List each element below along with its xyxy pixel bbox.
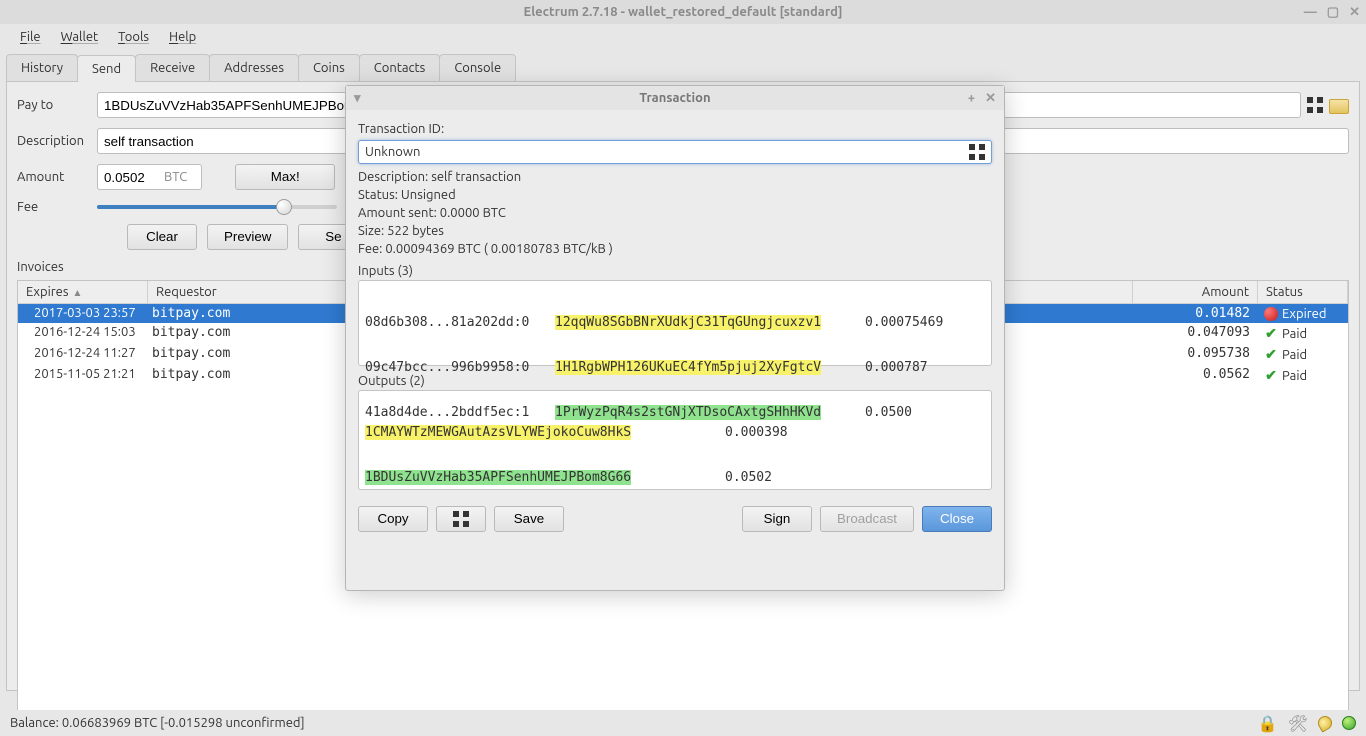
- tab-contacts[interactable]: Contacts: [359, 54, 441, 81]
- status-paid-icon: ✔: [1264, 346, 1278, 363]
- dialog-expand-icon[interactable]: +: [968, 91, 975, 106]
- close-icon[interactable]: ✕: [1349, 5, 1360, 20]
- preview-button[interactable]: Preview: [207, 224, 288, 250]
- txid-field[interactable]: Unknown: [358, 140, 992, 164]
- tab-send[interactable]: Send: [77, 55, 136, 82]
- tx-size: Size: 522 bytes: [358, 224, 992, 238]
- fee-label: Fee: [17, 200, 97, 214]
- amount-label: Amount: [17, 170, 97, 184]
- max-button[interactable]: Max!: [235, 164, 335, 190]
- dialog-close-icon[interactable]: ✕: [985, 91, 996, 106]
- status-paid-icon: ✔: [1264, 367, 1278, 384]
- tab-receive[interactable]: Receive: [135, 54, 210, 81]
- broadcast-button: Broadcast: [820, 506, 914, 532]
- tab-console[interactable]: Console: [439, 54, 516, 81]
- outputs-label: Outputs (2): [358, 374, 992, 388]
- save-button[interactable]: Save: [494, 506, 564, 532]
- menubar: File Wallet Tools Help: [0, 24, 1366, 50]
- folder-icon[interactable]: [1329, 99, 1349, 114]
- window-title: Electrum 2.7.18 - wallet_restored_defaul…: [523, 5, 842, 19]
- menu-help[interactable]: Help: [159, 26, 206, 48]
- tab-addresses[interactable]: Addresses: [209, 54, 299, 81]
- qr-icon: [453, 511, 469, 527]
- col-expires[interactable]: Expires▲: [18, 281, 148, 303]
- tx-amount: Amount sent: 0.0000 BTC: [358, 206, 992, 220]
- copy-button[interactable]: Copy: [358, 506, 428, 532]
- maximize-icon[interactable]: ▢: [1327, 5, 1339, 20]
- col-status[interactable]: Status: [1258, 281, 1348, 303]
- qr-icon[interactable]: [969, 144, 985, 160]
- menu-wallet[interactable]: Wallet: [51, 26, 109, 48]
- fee-slider[interactable]: [97, 205, 337, 209]
- sign-button[interactable]: Sign: [742, 506, 812, 532]
- qr-button[interactable]: [436, 506, 486, 532]
- settings-icon[interactable]: 🛠: [1288, 714, 1308, 733]
- sort-asc-icon: ▲: [72, 287, 82, 298]
- tab-bar: History Send Receive Addresses Coins Con…: [0, 50, 1366, 81]
- txid-label: Transaction ID:: [358, 122, 992, 136]
- lock-icon[interactable]: 🔒: [1258, 714, 1278, 733]
- description-label: Description: [17, 134, 97, 148]
- network-status-icon[interactable]: [1342, 716, 1356, 730]
- inputs-list[interactable]: 08d6b308...81a202dd:012qqWu8SGbBNrXUdkjC…: [358, 280, 992, 366]
- clear-button[interactable]: Clear: [127, 224, 197, 250]
- seed-icon[interactable]: [1315, 713, 1334, 732]
- window-titlebar: Electrum 2.7.18 - wallet_restored_defaul…: [0, 0, 1366, 24]
- dialog-title: Transaction: [639, 91, 710, 105]
- dialog-menu-icon[interactable]: ▾: [354, 91, 361, 106]
- status-expired-icon: [1264, 307, 1278, 321]
- amount-unit: BTC: [164, 170, 187, 184]
- status-bar: Balance: 0.06683969 BTC [-0.015298 uncon…: [0, 710, 1366, 736]
- status-paid-icon: ✔: [1264, 325, 1278, 342]
- close-button[interactable]: Close: [922, 506, 992, 532]
- tx-fee: Fee: 0.00094369 BTC ( 0.00180783 BTC/kB …: [358, 242, 992, 256]
- tx-description: Description: self transaction: [358, 170, 992, 184]
- col-amount[interactable]: Amount: [1133, 281, 1258, 303]
- minimize-icon[interactable]: —: [1304, 5, 1317, 19]
- transaction-dialog: ▾ Transaction + ✕ Transaction ID: Unknow…: [345, 85, 1005, 591]
- inputs-label: Inputs (3): [358, 264, 992, 278]
- balance-text: Balance: 0.06683969 BTC [-0.015298 uncon…: [10, 716, 305, 730]
- menu-tools[interactable]: Tools: [108, 26, 159, 48]
- tab-history[interactable]: History: [6, 54, 78, 81]
- payto-label: Pay to: [17, 98, 97, 112]
- tx-status: Status: Unsigned: [358, 188, 992, 202]
- menu-file[interactable]: File: [10, 26, 51, 48]
- tab-coins[interactable]: Coins: [298, 54, 360, 81]
- qr-icon[interactable]: [1307, 97, 1323, 113]
